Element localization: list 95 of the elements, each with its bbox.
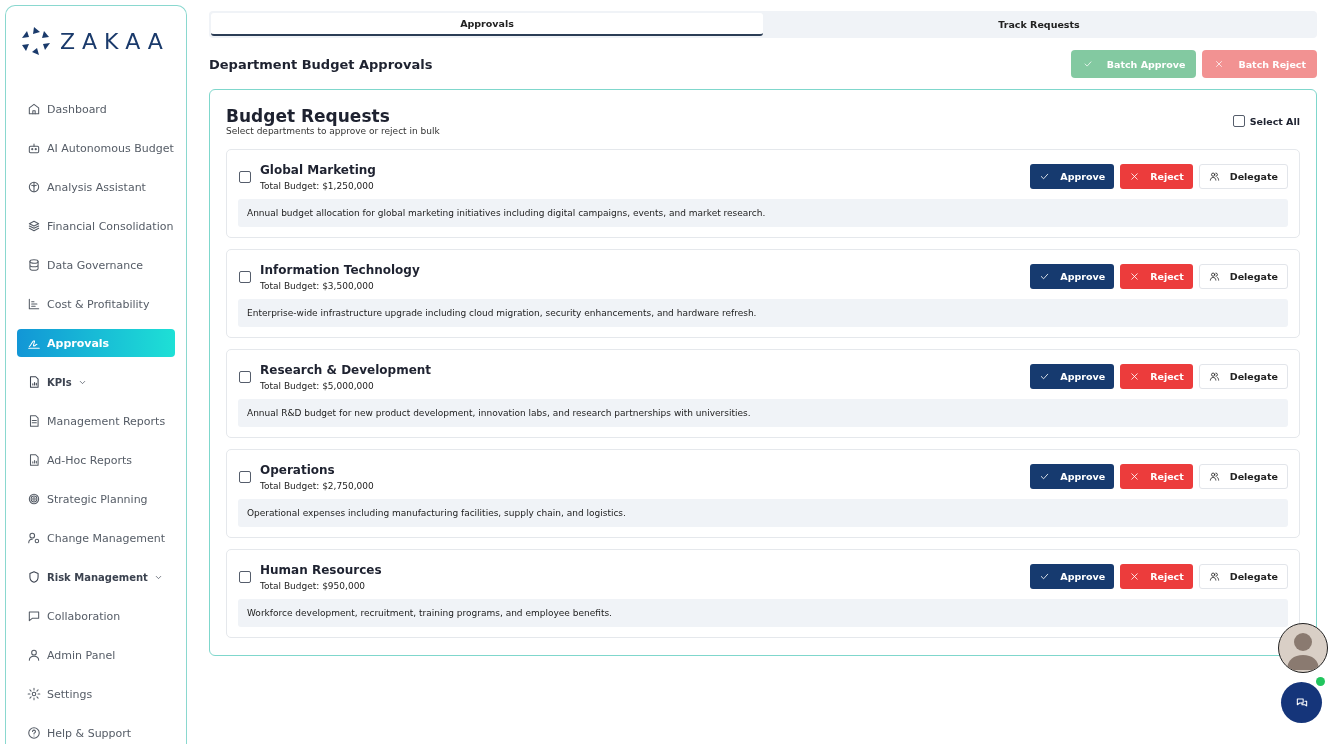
chat-button[interactable] [1281,682,1322,723]
total-budget: Total Budget: $3,500,000 [260,281,375,291]
check-icon [1039,471,1051,482]
total-budget: Total Budget: $950,000 [260,581,367,591]
sidebar-item[interactable]: Admin Panel [17,641,175,669]
delegate-button[interactable]: Delegate [1198,364,1288,389]
approve-button[interactable]: Approve [1030,364,1115,389]
chart-icon [27,297,41,311]
reject-button[interactable]: Reject [1120,364,1193,389]
department-name: Global Marketing [260,162,377,179]
sidebar-item[interactable]: Risk Management [17,563,175,591]
checkbox[interactable] [239,170,251,183]
department-name: Research & Development [260,362,433,379]
settings-icon [27,687,41,701]
target-icon [27,492,41,506]
total-budget: Total Budget: $5,000,000 [260,381,375,391]
file-chart-icon [27,375,41,389]
sidebar-item[interactable]: Collaboration [17,602,175,630]
approve-button[interactable]: Approve [1030,464,1115,489]
reject-button[interactable]: Reject [1120,464,1193,489]
user-gear-icon [27,531,41,545]
reject-button[interactable]: Reject [1120,564,1193,589]
users-icon [1208,471,1220,482]
check-icon [1039,371,1051,382]
check-icon [1082,59,1093,69]
delegate-button[interactable]: Delegate [1198,564,1288,589]
sidebar-item[interactable]: Data Governance [17,251,175,279]
users-icon [1208,271,1220,282]
users-icon [1208,571,1220,582]
home-icon [27,102,41,116]
sidebar-item[interactable]: Analysis Assistant [17,173,175,201]
department-name: Human Resources [260,562,383,579]
reject-button[interactable]: Reject [1120,264,1193,289]
sidebar-item[interactable]: Ad-Hoc Reports [17,446,175,474]
robot-icon [27,141,41,155]
sidebar-item[interactable]: AI Autonomous Budget [17,134,175,162]
close-icon [1129,171,1141,182]
checkbox[interactable] [239,270,251,283]
sidebar-item[interactable]: Cost & Profitability [17,290,175,318]
chat-icon [1294,695,1309,710]
total-budget: Total Budget: $1,250,000 [260,181,375,191]
department-name: Information Technology [260,262,421,279]
avatar[interactable] [1278,623,1328,673]
sidebar-item[interactable]: Financial Consolidation [17,212,175,240]
shield-icon [27,570,41,584]
approve-button[interactable]: Approve [1030,564,1115,589]
description: Operational expenses including manufacturing facilities, supply chain, and logistics. [238,499,1288,527]
close-icon [1129,571,1141,582]
sidebar-item[interactable]: Change Management [17,524,175,552]
close-icon [1129,271,1141,282]
delegate-button[interactable]: Delegate [1198,264,1288,289]
check-icon [1039,271,1051,282]
delegate-button[interactable]: Delegate [1198,164,1288,189]
file-chart-icon [27,453,41,467]
panel-title: Budget Requests [226,106,391,126]
approve-button[interactable]: Approve [1030,264,1115,289]
sidebar-item[interactable]: KPIs [17,368,175,396]
checkbox[interactable] [239,470,251,483]
logo-icon [20,25,52,57]
layers-icon [27,219,41,233]
check-icon [1039,571,1051,582]
description: Annual R&D budget for new product development, innovation labs, and research partnerships with universities. [238,399,1288,427]
sidebar-item[interactable]: Help & Support [17,719,175,744]
check-icon [1039,171,1051,182]
checkbox[interactable] [239,370,251,383]
database-icon [27,258,41,272]
users-icon [1208,371,1220,382]
checkbox[interactable] [1232,115,1245,127]
checkbox[interactable] [239,570,251,583]
close-icon [1129,371,1141,382]
file-text-icon [27,414,41,428]
user-icon [27,648,41,662]
sidebar-item[interactable]: Settings [17,680,175,708]
sidebar-item[interactable]: Strategic Planning [17,485,175,513]
reject-button[interactable]: Reject [1120,164,1193,189]
help-icon [27,726,41,740]
users-icon [1208,171,1220,182]
page-title: Department Budget Approvals [209,56,433,72]
logo-text: ZAKAA [60,28,170,54]
description: Workforce development, recruitment, training programs, and employee benefits. [238,599,1288,627]
sidebar-item[interactable]: Dashboard [17,95,175,123]
close-icon [1214,59,1225,69]
delegate-button[interactable]: Delegate [1198,464,1288,489]
select-all-label: Select All [1249,115,1300,127]
chat-icon [27,609,41,623]
total-budget: Total Budget: $2,750,000 [260,481,375,491]
close-icon [1129,471,1141,482]
panel-subtitle: Select departments to approve or reject in bulk [226,126,440,136]
approve-button[interactable]: Approve [1030,164,1115,189]
department-name: Operations [260,462,336,479]
description: Annual budget allocation for global marketing initiatives including digital campaigns, events, and market research. [238,199,1288,227]
description: Enterprise-wide infrastructure upgrade including cloud migration, security enhancements, and hardware refresh. [238,299,1288,327]
sidebar-item[interactable]: Management Reports [17,407,175,435]
tab[interactable]: Track Requests [763,13,1315,36]
tab[interactable]: Approvals [211,13,763,36]
